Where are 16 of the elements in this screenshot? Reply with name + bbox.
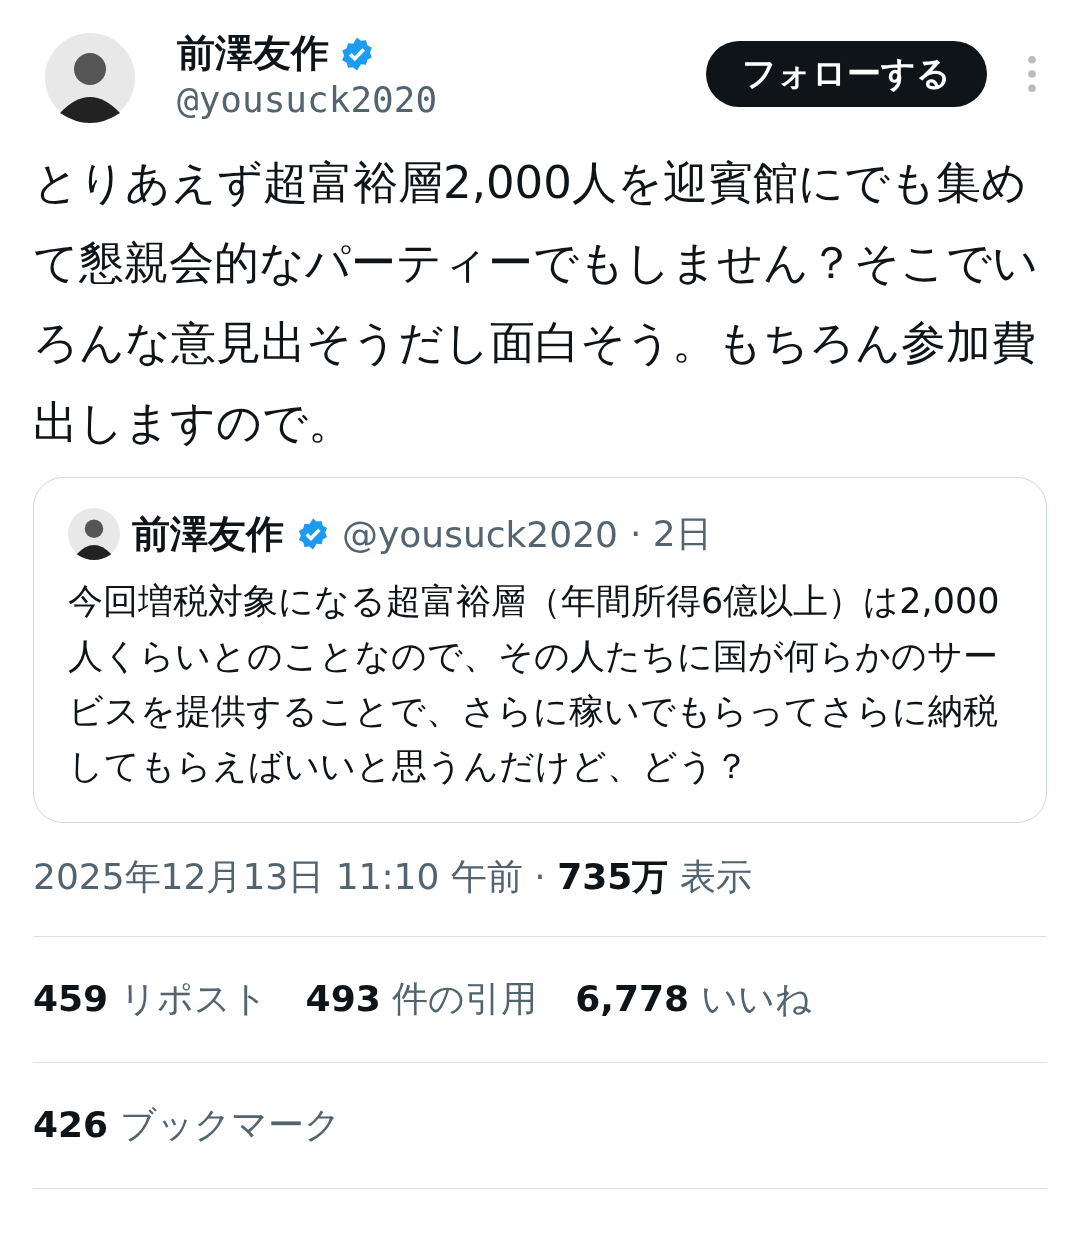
author-name: 前澤友作 xyxy=(132,510,284,558)
avatar-icon[interactable] xyxy=(45,33,135,123)
stat-link[interactable]: 459 リポスト xyxy=(33,975,268,1024)
post-meta: 2025年12月13日 11:10 午前 · 735万 表示 xyxy=(33,823,1047,937)
author-handle[interactable]: @yousuck2020 xyxy=(177,79,706,120)
post-text: とりあえず超富裕層2,000人を迎賓館にでも集めて懇親会的なパーティーでもしません？そこでいろんな意見出そうだし面白そう。もちろん参加費出しますので。 xyxy=(33,155,1039,451)
stat-link[interactable]: 426 ブックマーク xyxy=(33,1101,341,1150)
quoted-text: 今回増税対象になる超富裕層（年間所得6億以上）は2,000人くらいとのことなので、その人たちに国が何らかのサービスを提供することで、さらに稼いでもらってさらに納税してもらえばいいと思うんだけど、どう？ xyxy=(68,580,1001,788)
stat-link[interactable]: 493 件の引用 xyxy=(305,975,538,1024)
author-name[interactable]: 前澤友作 xyxy=(177,28,329,79)
avatar-icon xyxy=(68,508,120,560)
author-handle: @yousuck2020 xyxy=(342,513,618,555)
post-time: · 2日 xyxy=(630,511,712,556)
follow-button[interactable]: フォローする xyxy=(706,41,987,107)
stat-link[interactable]: 6,778 いいね xyxy=(575,975,812,1024)
quoted-post-card[interactable]: 前澤友作 @yousuck2020 · 2日 今回増税対象になる超富裕層（年間所得6億以上）は2,000人くらいとのことなので、その人たちに国が何らかのサービスを提供することで、さらに稼いでもらってさらに納税してもらえばいいと思うんだけど、どう？ xyxy=(33,477,1047,823)
